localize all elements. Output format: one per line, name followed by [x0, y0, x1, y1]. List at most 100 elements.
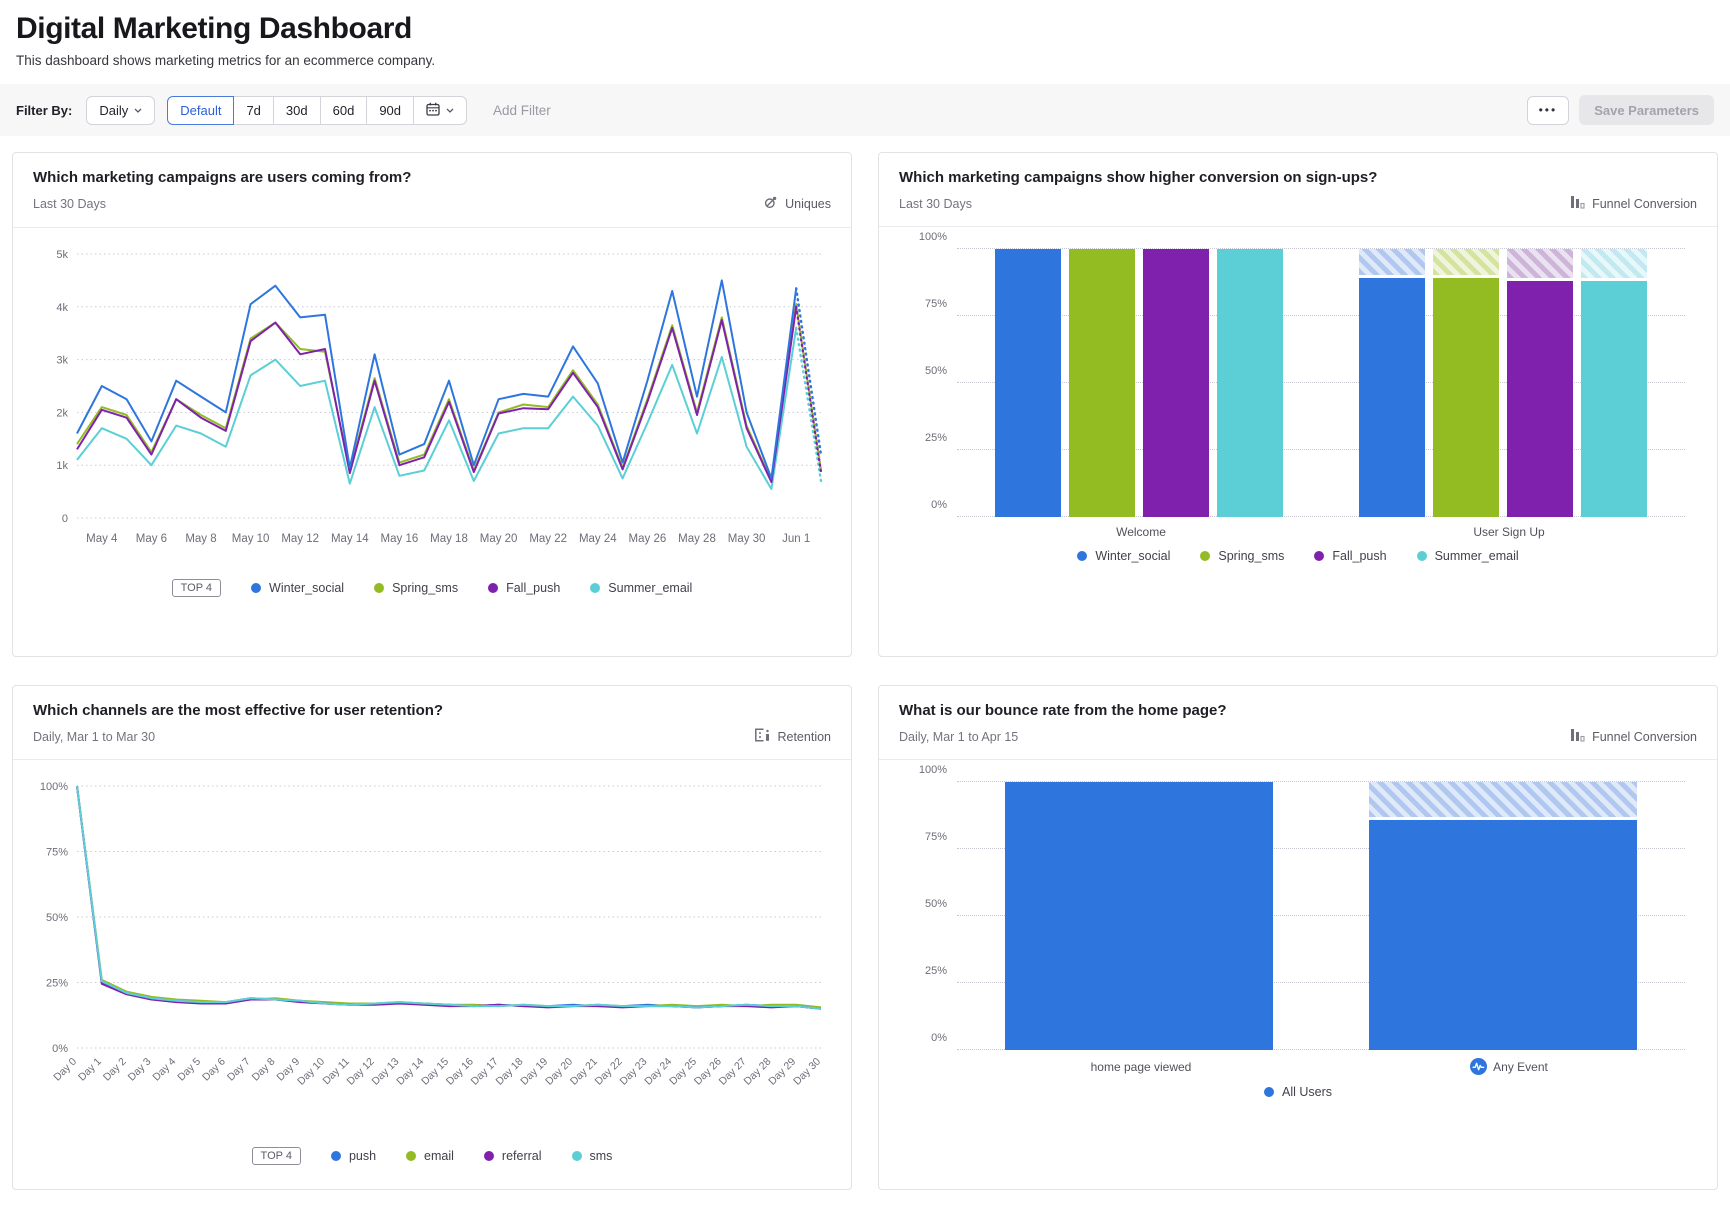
- svg-text:1k: 1k: [56, 460, 68, 472]
- svg-text:100%: 100%: [40, 781, 68, 793]
- svg-text:Day 0: Day 0: [51, 1056, 79, 1084]
- legend-item-push[interactable]: push: [331, 1149, 376, 1163]
- svg-text:Day 4: Day 4: [150, 1056, 178, 1084]
- funnel-step-user-sign-up: [1321, 249, 1685, 517]
- funnel-plot: 0%25%50%75%100%: [957, 782, 1685, 1050]
- legend-item-sms[interactable]: sms: [572, 1149, 613, 1163]
- funnel-bar-spring_sms[interactable]: [1069, 249, 1135, 517]
- range-button-default[interactable]: Default: [167, 96, 234, 125]
- svg-text:May 28: May 28: [678, 533, 716, 545]
- legend-item-referral[interactable]: referral: [484, 1149, 542, 1163]
- chart-mode: Uniques: [763, 195, 831, 213]
- page-header: Digital Marketing Dashboard This dashboa…: [0, 0, 1730, 68]
- dropoff-hatch: [1507, 249, 1573, 278]
- more-options-button[interactable]: •••: [1527, 96, 1570, 125]
- svg-text:May 24: May 24: [579, 533, 617, 545]
- top4-chip: TOP 4: [252, 1147, 301, 1165]
- svg-text:Jun 1: Jun 1: [782, 533, 810, 545]
- campaigns-line-chart[interactable]: 01k2k3k4k5kMay 4May 6May 8May 10May 12Ma…: [29, 244, 835, 569]
- legend-item-summer_email[interactable]: Summer_email: [590, 581, 692, 595]
- legend-dot: [1200, 551, 1210, 561]
- legend-item-spring_sms[interactable]: Spring_sms: [1200, 549, 1284, 563]
- panel-bounce-rate: What is our bounce rate from the home pa…: [878, 685, 1718, 1190]
- funnel-x-labels: WelcomeUser Sign Up: [957, 525, 1693, 539]
- chart-mode-label: Funnel Conversion: [1592, 197, 1697, 211]
- svg-text:Day 5: Day 5: [175, 1056, 203, 1084]
- funnel-bar-fill: [1433, 278, 1499, 517]
- svg-text:May 6: May 6: [136, 533, 167, 545]
- svg-text:May 22: May 22: [529, 533, 567, 545]
- save-parameters-button[interactable]: Save Parameters: [1579, 95, 1714, 125]
- svg-text:May 4: May 4: [86, 533, 118, 545]
- funnel-bar-winter_social[interactable]: [995, 249, 1061, 517]
- panel-grid: Which marketing campaigns are users comi…: [0, 136, 1730, 1194]
- y-axis-label: 100%: [919, 231, 947, 243]
- interval-dropdown[interactable]: Daily: [86, 96, 155, 125]
- svg-text:May 30: May 30: [728, 533, 766, 545]
- range-button-group: Default7d30d60d90d: [167, 96, 467, 125]
- y-axis-label: 0%: [931, 1032, 947, 1044]
- dropoff-hatch: [1433, 249, 1499, 275]
- funnel-bar-summer_email[interactable]: [1581, 249, 1647, 517]
- funnel-bar-fall_push[interactable]: [1507, 249, 1573, 517]
- funnel-bar-fall_push[interactable]: [1143, 249, 1209, 517]
- chart-mode: Retention: [754, 728, 831, 745]
- retention-legend: TOP 4 push email referral sms: [29, 1147, 835, 1165]
- svg-text:75%: 75%: [46, 847, 68, 859]
- y-axis-label: 100%: [919, 764, 947, 776]
- signup-funnel-chart[interactable]: 0%25%50%75%100%WelcomeUser Sign Up: [895, 243, 1701, 539]
- calendar-range-button[interactable]: [413, 96, 467, 125]
- range-button-60d[interactable]: 60d: [320, 96, 368, 125]
- range-button-7d[interactable]: 7d: [233, 96, 273, 125]
- panel-date-range: Daily, Mar 1 to Mar 30: [33, 730, 155, 744]
- legend-item-winter_social[interactable]: Winter_social: [251, 581, 344, 595]
- legend-dot: [331, 1151, 341, 1161]
- range-button-30d[interactable]: 30d: [273, 96, 321, 125]
- funnel-step-label: home page viewed: [957, 1058, 1325, 1075]
- y-axis-label: 25%: [925, 965, 947, 977]
- panel-date-range: Daily, Mar 1 to Apr 15: [899, 730, 1018, 744]
- legend-dot: [590, 583, 600, 593]
- y-axis-label: 0%: [931, 499, 947, 511]
- panel-title: Which marketing campaigns are users comi…: [33, 169, 831, 186]
- svg-text:Day 3: Day 3: [126, 1056, 154, 1084]
- panel-title: What is our bounce rate from the home pa…: [899, 702, 1697, 719]
- legend-item-email[interactable]: email: [406, 1149, 454, 1163]
- y-axis-label: 25%: [925, 432, 947, 444]
- range-button-90d[interactable]: 90d: [366, 96, 414, 125]
- svg-text:0: 0: [62, 513, 68, 525]
- bounce-funnel-chart[interactable]: 0%25%50%75%100% home page viewedAny Event: [895, 776, 1701, 1075]
- funnel-bar-spring_sms[interactable]: [1433, 249, 1499, 517]
- legend-item-spring_sms[interactable]: Spring_sms: [374, 581, 458, 595]
- svg-text:Day 1: Day 1: [76, 1056, 104, 1084]
- panel-date-range: Last 30 Days: [899, 197, 972, 211]
- funnel-bar-fill: [1581, 281, 1647, 517]
- add-filter-button[interactable]: Add Filter: [493, 103, 551, 118]
- filter-bar: Filter By: Daily Default7d30d60d90d: [0, 84, 1730, 136]
- chart-mode-label: Funnel Conversion: [1592, 730, 1697, 744]
- svg-text:May 8: May 8: [185, 533, 216, 545]
- legend-item-winter_social[interactable]: Winter_social: [1077, 549, 1170, 563]
- dashboard-page: Digital Marketing Dashboard This dashboa…: [0, 0, 1730, 1194]
- funnel-bar-summer_email[interactable]: [1217, 249, 1283, 517]
- legend-item-summer_email[interactable]: Summer_email: [1417, 549, 1519, 563]
- funnel-bar-all-users[interactable]: [1005, 782, 1273, 1050]
- funnel-bar-winter_social[interactable]: [1359, 249, 1425, 517]
- funnel-bar-all-users[interactable]: [1369, 782, 1637, 1050]
- svg-text:May 14: May 14: [331, 533, 369, 545]
- svg-text:Day 2: Day 2: [101, 1056, 129, 1084]
- svg-text:50%: 50%: [46, 912, 68, 924]
- funnel-step-home-page-viewed: [957, 782, 1321, 1050]
- funnel-step-label: Any Event: [1325, 1058, 1693, 1075]
- panel-signup-conversion: Which marketing campaigns show higher co…: [878, 152, 1718, 657]
- retention-line-chart[interactable]: 0%25%50%75%100%Day 0Day 1Day 2Day 3Day 4…: [29, 776, 835, 1137]
- dropoff-hatch: [1369, 782, 1637, 817]
- legend-item-fall_push[interactable]: Fall_push: [1314, 549, 1386, 563]
- legend-item-all-users[interactable]: All Users: [1264, 1085, 1332, 1099]
- svg-text:Day 30: Day 30: [791, 1056, 823, 1088]
- legend-dot: [1417, 551, 1427, 561]
- y-axis-label: 50%: [925, 898, 947, 910]
- svg-text:4k: 4k: [56, 302, 68, 314]
- legend-item-fall_push[interactable]: Fall_push: [488, 581, 560, 595]
- any-event-icon: [1470, 1058, 1487, 1075]
